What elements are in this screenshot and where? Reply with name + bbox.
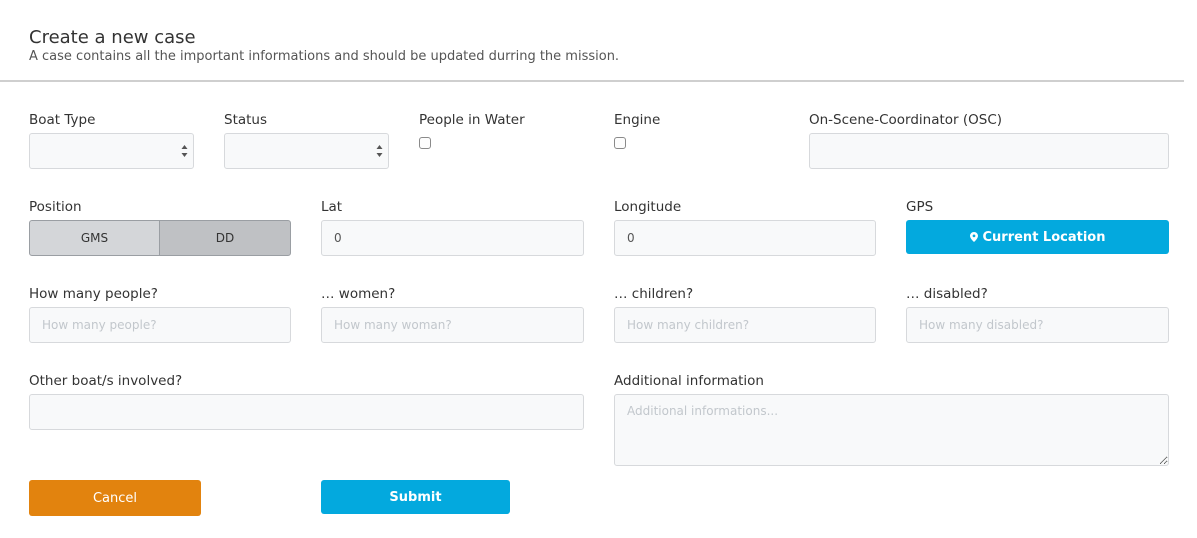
people-label: How many people? <box>29 286 158 302</box>
disabled-input[interactable] <box>906 307 1169 343</box>
children-label: … children? <box>614 286 694 302</box>
status-select[interactable] <box>224 133 389 169</box>
position-dd-toggle[interactable]: DD <box>159 220 291 256</box>
sort-arrows-icon <box>376 145 383 157</box>
other-boats-label: Other boat/s involved? <box>29 373 183 389</box>
sort-arrows-icon <box>181 145 188 157</box>
osc-label: On-Scene-Coordinator (OSC) <box>809 112 1003 128</box>
map-marker-icon <box>969 232 978 242</box>
people-in-water-label: People in Water <box>419 112 525 128</box>
form-header: Create a new case A case contains all th… <box>0 0 1184 82</box>
osc-input[interactable] <box>809 133 1169 169</box>
lat-input[interactable] <box>321 220 584 256</box>
boat-type-select[interactable] <box>29 133 194 169</box>
people-input[interactable] <box>29 307 291 343</box>
submit-button[interactable]: Submit <box>321 480 510 514</box>
additional-info-label: Additional information <box>614 373 764 389</box>
boat-type-label: Boat Type <box>29 112 96 128</box>
page-subtitle: A case contains all the important inform… <box>29 49 620 64</box>
women-input[interactable] <box>321 307 584 343</box>
other-boats-input[interactable] <box>29 394 584 430</box>
disabled-label: … disabled? <box>906 286 988 302</box>
current-location-label: Current Location <box>982 229 1106 245</box>
lat-label: Lat <box>321 199 343 215</box>
position-label: Position <box>29 199 82 215</box>
status-label: Status <box>224 112 268 128</box>
page-title: Create a new case <box>29 27 196 48</box>
position-gms-toggle[interactable]: GMS <box>29 220 160 256</box>
longitude-label: Longitude <box>614 199 682 215</box>
current-location-button[interactable]: Current Location <box>906 220 1169 254</box>
engine-checkbox[interactable] <box>614 137 626 149</box>
people-in-water-checkbox[interactable] <box>419 137 431 149</box>
additional-info-textarea[interactable] <box>614 394 1169 466</box>
gps-label: GPS <box>906 199 934 215</box>
longitude-input[interactable] <box>614 220 876 256</box>
women-label: … women? <box>321 286 396 302</box>
cancel-button[interactable]: Cancel <box>29 480 201 516</box>
engine-label: Engine <box>614 112 661 128</box>
children-input[interactable] <box>614 307 876 343</box>
